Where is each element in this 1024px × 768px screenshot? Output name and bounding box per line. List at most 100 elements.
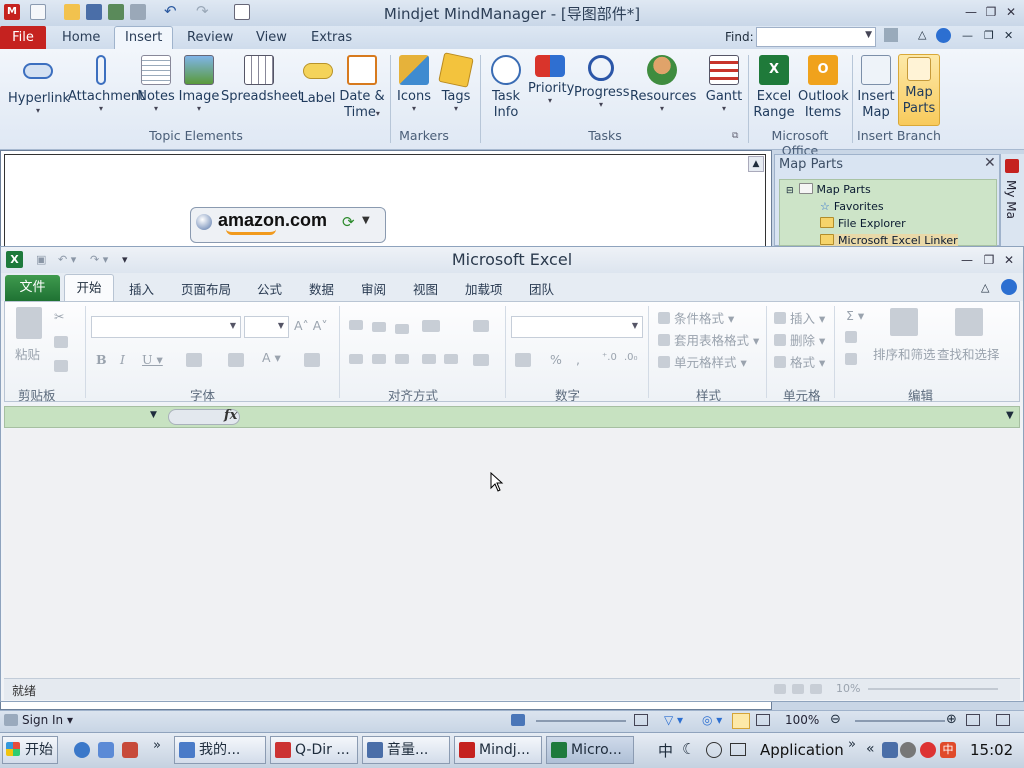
format-cells-button[interactable]: 格式 ▾ bbox=[774, 352, 825, 371]
clock[interactable]: 15:02 bbox=[970, 741, 1013, 759]
tab-view[interactable]: 视图 bbox=[413, 279, 438, 298]
insert-map-button[interactable]: Insert Map bbox=[856, 53, 896, 121]
filter-options-icon[interactable]: ◎ ▾ bbox=[702, 713, 722, 727]
tab-page-layout[interactable]: 页面布局 bbox=[181, 279, 231, 298]
task-info-button[interactable]: Task Info bbox=[486, 53, 526, 121]
fill-icon[interactable] bbox=[845, 331, 857, 343]
align-center-icon[interactable] bbox=[372, 354, 386, 364]
doc-close-button[interactable]: ✕ bbox=[1004, 29, 1013, 42]
excel-range-button[interactable]: X Excel Range bbox=[752, 53, 796, 121]
font-size-select[interactable]: ▼ bbox=[244, 316, 289, 338]
cell-styles-button[interactable]: 单元格样式 ▾ bbox=[658, 352, 747, 371]
align-left-icon[interactable] bbox=[349, 354, 363, 364]
ime-keyboard-icon[interactable] bbox=[730, 743, 746, 756]
tab-view[interactable]: View bbox=[246, 28, 297, 49]
formula-input[interactable] bbox=[242, 407, 1004, 427]
zoom-out-icon[interactable]: ⊖ bbox=[830, 712, 841, 727]
tab-file[interactable]: File bbox=[0, 26, 46, 49]
outline-view-icon[interactable] bbox=[756, 714, 770, 726]
date-time-button[interactable]: Date & Time▾ bbox=[339, 53, 385, 121]
tab-file[interactable]: 文件 bbox=[5, 275, 60, 301]
taskbar-item-mindjet[interactable]: Mindj... bbox=[454, 736, 542, 764]
doc-restore-button[interactable]: ❐ bbox=[984, 29, 994, 42]
zoom-slider[interactable] bbox=[855, 720, 945, 722]
fit-map-icon[interactable] bbox=[966, 714, 980, 726]
grow-font-icon[interactable]: A˄ A˅ bbox=[294, 318, 328, 333]
taskbar-item-volume[interactable]: 音量... bbox=[362, 736, 450, 764]
zoom-in-icon[interactable]: ⊕ bbox=[946, 712, 957, 727]
chevron-down-icon[interactable]: ▼ bbox=[362, 215, 370, 226]
merge-center-icon[interactable] bbox=[473, 354, 489, 366]
cut-icon[interactable]: ✂ bbox=[54, 309, 64, 324]
number-format-select[interactable]: ▼ bbox=[511, 316, 643, 338]
sort-filter-icon[interactable] bbox=[890, 308, 918, 336]
panel-toggle-icon[interactable] bbox=[996, 714, 1010, 726]
dialog-launcher-icon[interactable]: ⧉ bbox=[732, 131, 738, 141]
label-button[interactable]: Label bbox=[298, 53, 338, 107]
tab-data[interactable]: 数据 bbox=[309, 279, 334, 298]
tab-insert[interactable]: Insert bbox=[114, 26, 174, 49]
name-box[interactable] bbox=[5, 407, 165, 427]
taskbar-item-qdir[interactable]: Q-Dir ... bbox=[270, 736, 358, 764]
sort-filter-button[interactable]: 排序和筛选 bbox=[873, 344, 936, 363]
excel-close-button[interactable]: ✕ bbox=[1000, 252, 1018, 268]
tree-item-file-explorer[interactable]: File Explorer bbox=[820, 217, 906, 230]
copy-icon[interactable] bbox=[54, 336, 68, 348]
align-top-icon[interactable] bbox=[349, 320, 363, 330]
workbook-area[interactable] bbox=[4, 429, 1020, 678]
options-icon[interactable] bbox=[884, 28, 898, 42]
autosum-icon[interactable]: Σ ▾ bbox=[846, 308, 864, 323]
ime-chinese-icon[interactable]: 中 bbox=[658, 740, 673, 761]
insert-cells-button[interactable]: 插入 ▾ bbox=[774, 308, 825, 327]
taskbar-item-mydocs[interactable]: 我的... bbox=[174, 736, 266, 764]
font-name-select[interactable]: ▼ bbox=[91, 316, 241, 338]
more-toolbar-icon[interactable]: » bbox=[848, 737, 856, 752]
find-select-icon[interactable] bbox=[955, 308, 983, 336]
clear-icon[interactable] bbox=[845, 353, 857, 365]
quicklaunch-ie-icon[interactable] bbox=[74, 742, 90, 758]
find-select-button[interactable]: 查找和选择 bbox=[937, 344, 1000, 363]
page-break-view-icon[interactable] bbox=[810, 684, 822, 694]
paste-label[interactable]: 粘贴 bbox=[15, 344, 40, 363]
restore-button[interactable]: ❐ bbox=[982, 4, 1000, 20]
speaker-icon[interactable] bbox=[900, 742, 916, 758]
size-slider[interactable] bbox=[536, 720, 626, 722]
chevron-down-icon[interactable]: ▼ bbox=[150, 410, 157, 420]
collapse-ribbon-icon[interactable]: △ bbox=[918, 28, 926, 41]
notes-button[interactable]: Notes ▾ bbox=[136, 53, 176, 113]
collapse-ribbon-icon[interactable]: △ bbox=[981, 281, 989, 294]
tab-insert[interactable]: 插入 bbox=[129, 279, 154, 298]
icons-button[interactable]: Icons ▾ bbox=[396, 53, 432, 113]
scroll-up-button[interactable]: ▲ bbox=[748, 156, 764, 172]
priority-button[interactable]: Priority ▾ bbox=[528, 53, 574, 105]
excel-zoom-level[interactable]: 10% bbox=[836, 682, 860, 695]
close-button[interactable]: ✕ bbox=[1002, 4, 1020, 20]
collapse-icon[interactable]: ⊟ bbox=[786, 186, 794, 196]
expand-formula-icon[interactable]: ▼ bbox=[1006, 410, 1014, 421]
conditional-formatting-button[interactable]: 条件格式 ▾ bbox=[658, 308, 734, 327]
map-parts-button[interactable]: Map Parts bbox=[898, 54, 940, 126]
align-bottom-icon[interactable] bbox=[395, 324, 409, 334]
close-icon[interactable]: ✕ bbox=[984, 155, 996, 171]
format-as-table-button[interactable]: 套用表格格式 ▾ bbox=[658, 330, 759, 349]
ime-tray-icon[interactable]: 中 bbox=[940, 742, 956, 758]
ime-moon-icon[interactable]: ☾ bbox=[682, 740, 695, 758]
insert-function-button[interactable]: fx bbox=[224, 408, 237, 423]
spreadsheet-button[interactable]: Spreadsheet bbox=[221, 53, 303, 105]
my-maps-icon[interactable] bbox=[1005, 159, 1019, 173]
italic-icon[interactable]: I bbox=[120, 352, 125, 367]
layout-icon[interactable] bbox=[511, 714, 525, 726]
excel-zoom-slider[interactable] bbox=[868, 688, 998, 690]
attachment-button[interactable]: Attachment ▾ bbox=[68, 53, 144, 113]
toolbar-application-label[interactable]: Application bbox=[760, 741, 844, 759]
sign-in-button[interactable]: Sign In ▾ bbox=[22, 713, 73, 727]
comma-icon[interactable]: , bbox=[576, 352, 580, 367]
taskbar-item-excel[interactable]: Micro... bbox=[546, 736, 634, 764]
minimize-button[interactable]: — bbox=[962, 4, 980, 20]
underline-icon[interactable]: U ▾ bbox=[142, 352, 163, 367]
delete-cells-button[interactable]: 删除 ▾ bbox=[774, 330, 825, 349]
fill-color-icon[interactable] bbox=[228, 353, 244, 367]
orientation-icon[interactable] bbox=[422, 320, 440, 332]
excel-restore-button[interactable]: ❐ bbox=[980, 252, 998, 268]
tab-extras[interactable]: Extras bbox=[301, 28, 362, 49]
